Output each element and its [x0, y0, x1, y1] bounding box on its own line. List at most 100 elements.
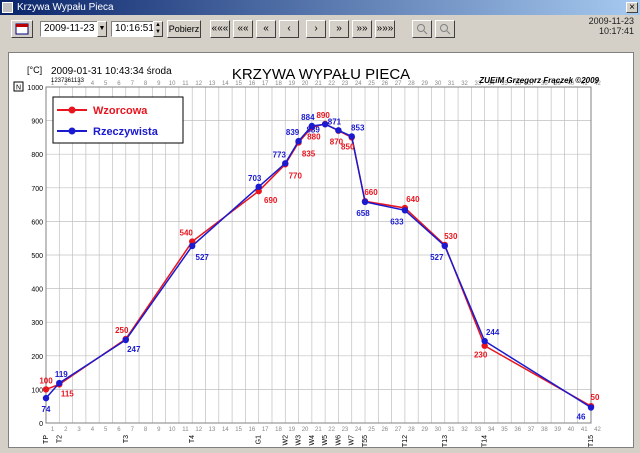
x-tick-labels: TP T2 T3 T4 G1 W2 W3 W4 W5 W6 W7 T55 T12 T13 T14 T15: [43, 435, 595, 447]
column-number-top: 29: [421, 81, 428, 87]
y-tick-label: 1000: [27, 85, 43, 92]
data-label-rzeczywista: 871: [328, 117, 342, 126]
column-number-bottom: 37: [528, 427, 535, 433]
zoom-out-button[interactable]: [435, 20, 455, 38]
data-label-rzeczywista: 247: [127, 345, 141, 354]
y-tick-label: 900: [31, 119, 43, 126]
data-point-rzeczywista: [335, 127, 342, 134]
data-point-rzeczywista: [481, 337, 488, 345]
column-number-bottom: 35: [501, 427, 508, 433]
window-title: Krzywa Wypału Pieca: [17, 2, 114, 13]
data-label-rzeczywista: 658: [356, 209, 370, 218]
time-input[interactable]: 10:16:51: [111, 21, 154, 37]
column-number-bottom: 23: [342, 427, 349, 433]
column-number-top: 6: [117, 81, 121, 87]
x-tick-label: T12: [402, 435, 409, 447]
x-tick-label: W6: [335, 435, 342, 446]
column-number-bottom: 2: [64, 427, 68, 433]
column-number-bottom: 16: [249, 427, 256, 433]
close-button[interactable]: ×: [626, 2, 638, 13]
magnifier-plus-icon: [417, 24, 428, 35]
data-label-rzeczywista: 527: [430, 253, 444, 262]
data-label-wzorcowa: 540: [180, 229, 194, 238]
nav-last-button[interactable]: »»»: [375, 20, 395, 38]
column-number-bottom: 20: [302, 427, 309, 433]
zoom-in-button[interactable]: [412, 20, 432, 38]
column-number-top: 30: [435, 81, 442, 87]
window-titlebar: Krzywa Wypału Pieca ×: [0, 0, 640, 15]
y-tick-label: 200: [31, 354, 43, 361]
data-labels: 1001152505406907708358808908708506606405…: [39, 111, 600, 422]
data-point-rzeczywista: [56, 379, 63, 387]
column-number-top: 5: [104, 81, 108, 87]
column-number-bottom: 17: [262, 427, 269, 433]
column-number-top: 13: [209, 81, 216, 87]
column-number-top: 32: [461, 81, 468, 87]
date-dropdown-button[interactable]: ▼: [97, 21, 107, 37]
chevron-down-icon: ▼: [98, 25, 106, 32]
series-line-rzeczywista: [45, 123, 592, 409]
column-number-bottom: 1: [51, 427, 55, 433]
chart-title: KRZYWA WYPAŁU PIECA: [232, 66, 410, 83]
x-tick-label: T13: [442, 435, 449, 447]
nav-next-button[interactable]: ›: [306, 20, 326, 38]
x-tick-label: G1: [256, 435, 263, 444]
column-number-bottom: 14: [222, 427, 229, 433]
data-label-wzorcowa: 835: [302, 149, 316, 158]
x-tick-label: T4: [189, 435, 196, 443]
data-label-rzeczywista: 839: [286, 128, 300, 137]
y-tick-label: 300: [31, 320, 43, 327]
y-tick-label: 0: [39, 421, 43, 428]
y-tick-label: 800: [31, 152, 43, 159]
current-time: 10:17:41: [598, 26, 634, 36]
data-label-rzeczywista: 74: [42, 405, 51, 414]
toolbar: 2009-11-23 ▼ 10:16:51 ▲ ▼ Pobierz ««« ««…: [0, 15, 640, 41]
y-axis-unit: [°C]: [27, 65, 42, 75]
column-number-bottom: 24: [355, 427, 362, 433]
data-point-rzeczywista: [295, 137, 302, 145]
column-number-top: 10: [169, 81, 176, 87]
data-label-wzorcowa: 850: [341, 142, 355, 151]
x-tick-label: T15: [588, 435, 595, 447]
column-number-bottom: 10: [169, 427, 176, 433]
column-number-bottom: 42: [594, 427, 601, 433]
time-spinner[interactable]: ▲ ▼: [153, 21, 163, 37]
x-tick-label: W5: [322, 435, 329, 446]
calendar-button[interactable]: [11, 20, 33, 38]
column-number-bottom: 27: [395, 427, 402, 433]
date-input[interactable]: 2009-11-23: [40, 21, 98, 37]
data-point-rzeczywista: [361, 198, 369, 206]
nav-first-button[interactable]: «««: [210, 20, 230, 38]
data-label-wzorcowa: 530: [444, 232, 458, 241]
x-tick-label: T55: [362, 435, 369, 447]
nav-back-far-button[interactable]: ««: [233, 20, 253, 38]
nav-back-button[interactable]: «: [256, 20, 276, 38]
data-point-rzeczywista: [42, 394, 50, 402]
column-number-bottom: 18: [275, 427, 282, 433]
column-number-bottom: 38: [541, 427, 548, 433]
x-tick-label: W7: [349, 435, 356, 446]
column-number-bottom: 41: [581, 427, 588, 433]
column-number-bottom: 7: [131, 427, 135, 433]
x-tick-label: W3: [296, 435, 303, 446]
x-tick-label: W2: [282, 435, 289, 446]
data-label-wzorcowa: 640: [406, 195, 420, 204]
data-label-wzorcowa: 250: [115, 326, 129, 335]
column-number-top: 14: [222, 81, 229, 87]
data-label-rzeczywista: 527: [196, 253, 210, 262]
nav-forward-far-button[interactable]: »»: [352, 20, 372, 38]
y-tick-label: 600: [31, 219, 43, 226]
column-number-top: 7: [131, 81, 135, 87]
column-number-bottom: 9: [157, 427, 161, 433]
nav-prev-button[interactable]: ‹: [279, 20, 299, 38]
y-tick-label: 100: [31, 387, 43, 394]
column-number-bottom: 30: [435, 427, 442, 433]
chart-panel: 1 1 2 2 3 3 4 4 5 5 6 6 7 7 8 8 9 9 10 10 11 11 12 12 13 13 14 14 15…: [8, 52, 634, 448]
data-label-wzorcowa: 690: [264, 196, 278, 205]
spin-down-icon: ▼: [155, 29, 161, 35]
data-label-rzeczywista: 46: [577, 413, 586, 422]
y-tick-label: 700: [31, 186, 43, 193]
nav-forward-button[interactable]: »: [329, 20, 349, 38]
magnifier-minus-icon: [440, 24, 451, 35]
fetch-button[interactable]: Pobierz: [167, 20, 201, 38]
